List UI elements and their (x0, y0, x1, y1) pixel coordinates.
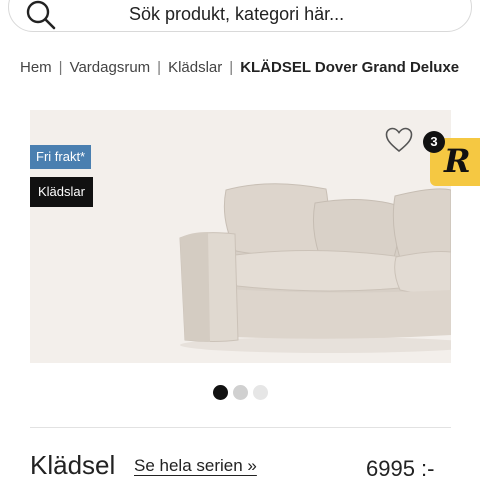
carousel-dot-2[interactable] (233, 385, 248, 400)
search-icon (26, 0, 56, 30)
product-price: 6995 :- (366, 456, 435, 480)
carousel-dot-1[interactable] (213, 385, 228, 400)
wishlist-heart-icon[interactable] (385, 127, 413, 153)
review-logo: R (444, 142, 471, 180)
search-bar[interactable]: Sök produkt, kategori här... (8, 0, 472, 32)
divider (30, 427, 451, 428)
search-input[interactable]: Sök produkt, kategori här... (129, 4, 344, 25)
breadcrumb: Hem | Vardagsrum | Klädslar | KLÄDSEL Dover Gr… (20, 58, 462, 78)
image-carousel-dots (213, 385, 268, 400)
free-shipping-badge: Fri frakt* (30, 145, 92, 169)
breadcrumb-separator: | (157, 59, 162, 76)
breadcrumb-living-room[interactable]: Vardagsrum (70, 59, 151, 76)
breadcrumb-covers[interactable]: Klädslar (168, 59, 222, 76)
carousel-dot-3[interactable] (253, 385, 268, 400)
breadcrumb-separator: | (229, 59, 234, 76)
see-series-link[interactable]: Se hela serien » (134, 456, 257, 476)
review-count-badge: 3 (423, 131, 445, 153)
breadcrumb-separator: | (58, 59, 63, 76)
breadcrumb-home[interactable]: Hem (20, 59, 52, 76)
category-badge: Klädslar (30, 177, 93, 207)
product-title: Klädsel (30, 450, 116, 480)
breadcrumb-current: KLÄDSEL Dover Grand Deluxe (240, 59, 460, 76)
